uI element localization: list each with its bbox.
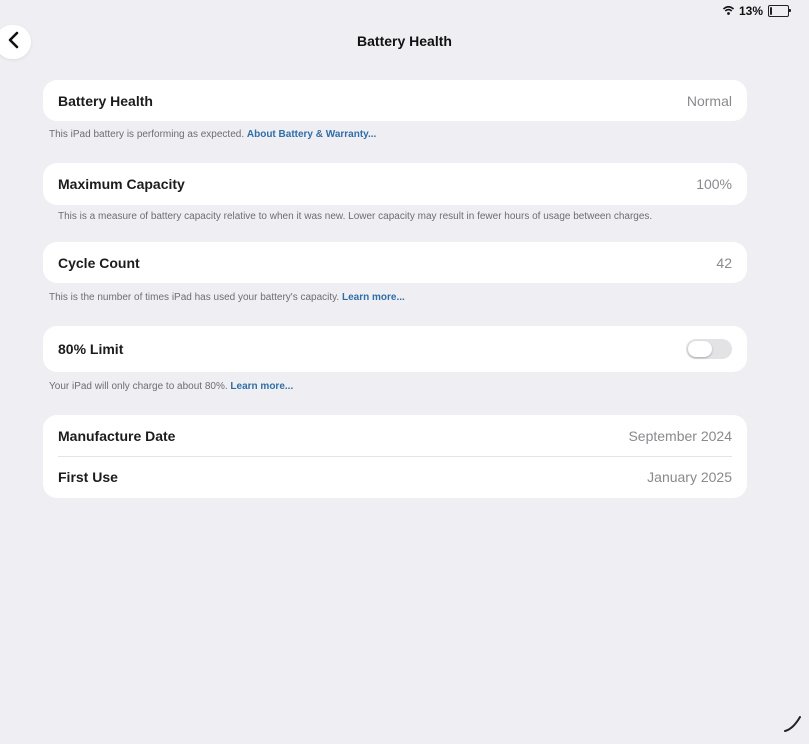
battery-percent: 13% [738,4,763,18]
page-title: Battery Health [357,33,452,49]
limit-label: 80% Limit [58,341,124,357]
battery-level-fill [770,7,773,15]
battery-health-value: Normal [686,92,732,109]
battery-health-card: Battery Health Normal [43,80,747,121]
limit-card: 80% Limit [43,326,747,372]
cycle-count-value: 42 [716,254,732,271]
about-battery-warranty-link[interactable]: About Battery & Warranty... [247,129,376,140]
battery-icon [768,5,791,17]
maximum-capacity-value: 100% [696,176,732,192]
dates-card: Manufacture Date September 2024 First Us… [43,415,747,498]
cycle-count-learn-more-link[interactable]: Learn more... [342,292,405,303]
manufacture-date-value: September 2024 [628,427,732,444]
battery-health-footnote: This iPad battery is performing as expec… [49,129,376,140]
maximum-capacity-footnote: This is a measure of battery capacity re… [58,211,652,222]
wifi-icon [722,4,735,18]
limit-footnote: Your iPad will only charge to about 80%.… [49,381,293,392]
status-bar: 13% [722,4,791,18]
limit-toggle[interactable] [686,339,732,359]
battery-health-label: Battery Health [58,92,153,109]
first-use-label: First Use [58,469,118,485]
maximum-capacity-label: Maximum Capacity [58,176,185,192]
cycle-count-card: Cycle Count 42 [43,242,747,283]
battery-health-footnote-text: This iPad battery is performing as expec… [49,129,245,140]
toggle-knob [688,341,712,357]
cycle-count-footnote: This is the number of times iPad has use… [49,292,405,303]
maximum-capacity-card: Maximum Capacity 100% [43,163,747,205]
cycle-count-label: Cycle Count [58,254,140,271]
maximum-capacity-footnote-text: This is a measure of battery capacity re… [58,211,653,222]
pencil-stroke-icon [783,713,803,738]
manufacture-date-label: Manufacture Date [58,427,176,444]
cycle-count-footnote-text: This is the number of times iPad has use… [49,292,340,303]
limit-footnote-text: Your iPad will only charge to about 80%. [49,381,228,392]
row-divider [58,456,732,457]
limit-learn-more-link[interactable]: Learn more... [230,381,293,392]
first-use-value: January 2025 [647,469,732,485]
